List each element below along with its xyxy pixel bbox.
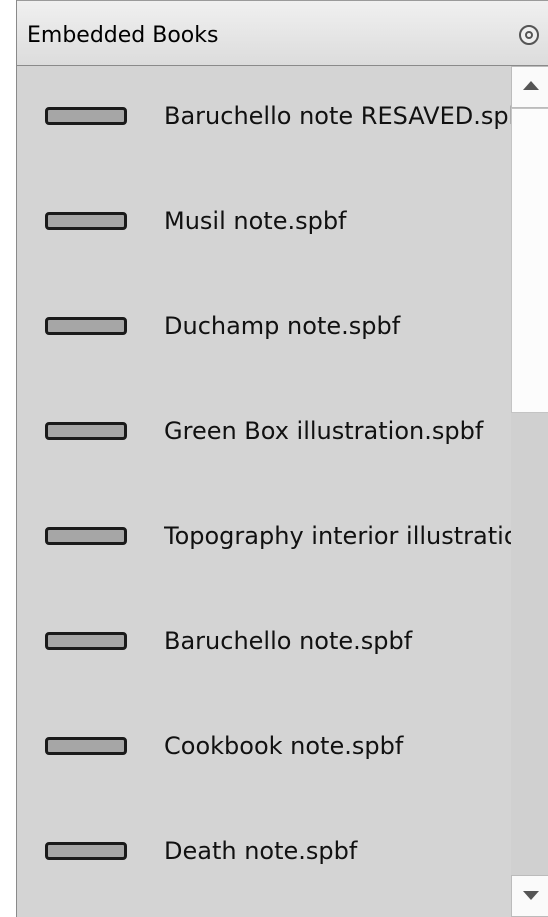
chevron-down-icon[interactable] — [511, 875, 548, 917]
list-item[interactable]: Musil note.spbf — [17, 171, 513, 271]
item-label: Green Box illustration.spbf — [164, 417, 484, 445]
scroll-thumb[interactable] — [511, 108, 548, 413]
book-list: Baruchello note RESAVED.spbf Musil note.… — [17, 66, 513, 917]
panel-header: Embedded Books — [17, 0, 548, 66]
book-icon — [45, 632, 127, 650]
list-item[interactable]: Duchamp note.spbf — [17, 276, 513, 376]
book-icon — [45, 317, 127, 335]
list-item[interactable]: Baruchello note.spbf — [17, 591, 513, 691]
list-item[interactable]: Baruchello note RESAVED.spbf — [17, 66, 513, 166]
item-label: Death note.spbf — [164, 837, 358, 865]
list-item[interactable]: Green Box illustration.spbf — [17, 381, 513, 481]
embedded-books-panel: Embedded Books Baruchello note RESAVED.s… — [16, 0, 548, 917]
item-label: Duchamp note.spbf — [164, 312, 401, 340]
vertical-scrollbar[interactable] — [511, 66, 548, 917]
item-label: Topography interior illustration.spbf — [164, 522, 513, 550]
book-icon — [45, 527, 127, 545]
panel-title: Embedded Books — [27, 23, 219, 48]
item-label: Musil note.spbf — [164, 207, 347, 235]
book-icon — [45, 422, 127, 440]
book-icon — [45, 212, 127, 230]
item-label: Cookbook note.spbf — [164, 732, 404, 760]
list-item[interactable]: Cookbook note.spbf — [17, 696, 513, 796]
chevron-up-icon[interactable] — [511, 66, 548, 108]
book-icon — [45, 107, 127, 125]
list-item[interactable]: Topography interior illustration.spbf — [17, 486, 513, 586]
book-icon — [45, 737, 127, 755]
close-icon[interactable] — [519, 25, 539, 45]
book-icon — [45, 842, 127, 860]
list-item[interactable]: Death note.spbf — [17, 801, 513, 901]
item-label: Baruchello note RESAVED.spbf — [164, 102, 513, 130]
item-label: Baruchello note.spbf — [164, 627, 413, 655]
